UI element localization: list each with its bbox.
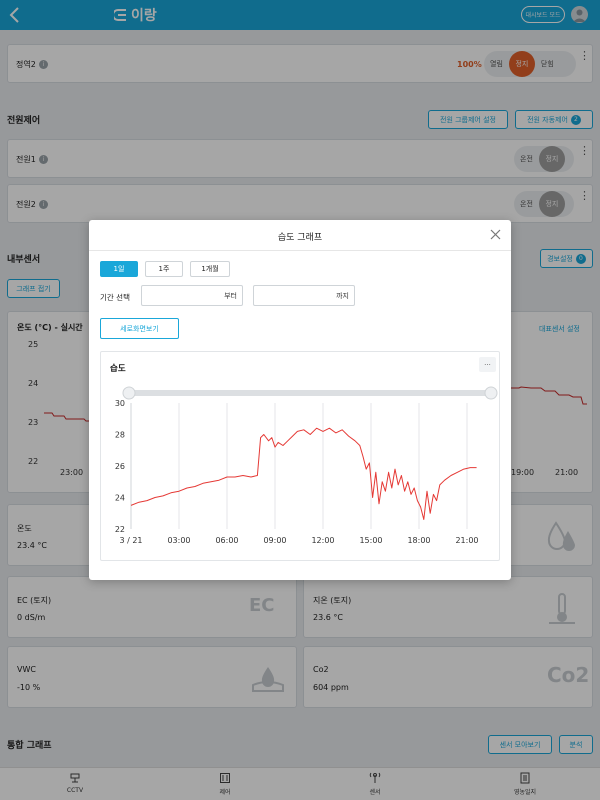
period-1week-button[interactable]: 1주 bbox=[145, 261, 183, 277]
x-tick-label: 12:00 bbox=[311, 536, 334, 545]
modal-title: 습도 그래프 bbox=[277, 233, 323, 243]
y-tick-label: 30 bbox=[115, 399, 125, 408]
humidity-chart-svg: 3 / 21 03:00 06:00 09:00 12:00 15:00 18:00 21:0… bbox=[115, 386, 498, 545]
range-to-field[interactable]: 까지 bbox=[253, 285, 355, 306]
x-tick-label: 03:00 bbox=[167, 536, 190, 545]
range-slider-handle-right[interactable] bbox=[484, 386, 498, 400]
humidity-chart: 습도 ··· 3 / 21 03:00 06:00 09:00 12:00 15:00 18… bbox=[100, 351, 500, 561]
y-tick-label: 22 bbox=[115, 525, 125, 534]
humidity-series-line bbox=[130, 427, 477, 520]
range-slider-track[interactable] bbox=[129, 390, 491, 396]
portrait-view-button[interactable]: 세로화면보기 bbox=[100, 318, 179, 339]
y-tick-label: 26 bbox=[115, 462, 125, 471]
modal-divider bbox=[89, 250, 511, 251]
x-tick-label: 18:00 bbox=[407, 536, 430, 545]
range-select-label: 기간 선택 bbox=[100, 293, 130, 302]
period-1day-button[interactable]: 1일 bbox=[100, 261, 138, 277]
x-tick-label: 06:00 bbox=[215, 536, 238, 545]
range-slider-handle-left[interactable] bbox=[122, 386, 136, 400]
close-icon[interactable] bbox=[490, 229, 501, 240]
range-from-field[interactable]: 부터 bbox=[141, 285, 243, 306]
x-tick-label: 15:00 bbox=[359, 536, 382, 545]
y-tick-label: 28 bbox=[115, 431, 125, 440]
period-1month-button[interactable]: 1개월 bbox=[190, 261, 230, 277]
x-tick-label: 21:00 bbox=[455, 536, 478, 545]
x-tick-label: 3 / 21 bbox=[119, 536, 142, 545]
y-tick-label: 24 bbox=[115, 494, 125, 503]
x-tick-label: 09:00 bbox=[263, 536, 286, 545]
humidity-graph-modal: 습도 그래프 1일 1주 1개월 기간 선택 부터 까지 세로화면보기 습도 ·… bbox=[89, 220, 511, 580]
